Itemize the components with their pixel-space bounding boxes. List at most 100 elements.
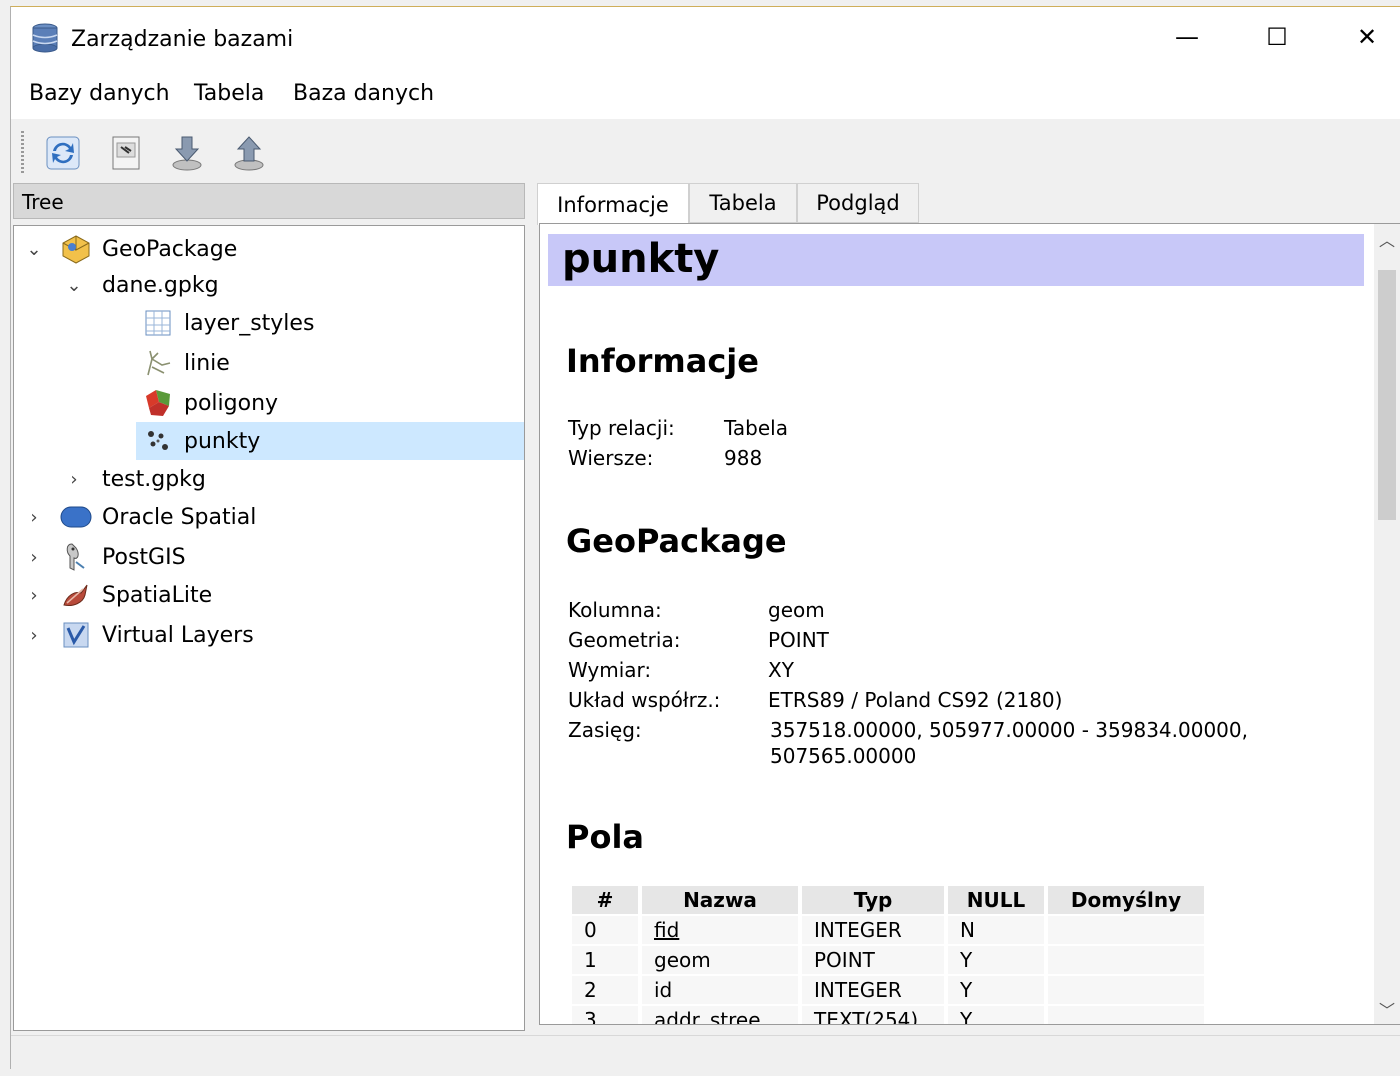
table-cell: N <box>948 916 1044 944</box>
tree-item-layer-styles[interactable]: layer_styles <box>14 304 524 342</box>
layer-title-band: punkty <box>548 234 1364 286</box>
column-header: Domyślny <box>1048 886 1204 914</box>
table-cell: POINT <box>802 946 944 974</box>
tree-header-label: Tree <box>22 190 64 214</box>
vertical-scrollbar[interactable]: ︿ ﹀ <box>1374 224 1400 1024</box>
geopackage-icon <box>60 233 92 265</box>
section-heading-informacje: Informacje <box>566 342 759 380</box>
geo-value-continued: 507565.00000 <box>770 744 917 768</box>
table-cell <box>1048 946 1204 974</box>
point-layer-icon <box>142 425 174 457</box>
geo-value: 357518.00000, 505977.00000 - 359834.0000… <box>770 718 1248 742</box>
section-heading-geopackage: GeoPackage <box>566 522 787 560</box>
tab-podglad[interactable]: Podgląd <box>797 183 919 223</box>
chevron-right-icon[interactable]: › <box>24 507 44 528</box>
chevron-right-icon[interactable]: › <box>24 585 44 606</box>
chevron-right-icon[interactable]: › <box>64 469 84 490</box>
window-title: Zarządzanie bazami <box>71 27 294 52</box>
tree-item-linie[interactable]: linie <box>14 344 524 382</box>
menu-bar: Bazy danych Tabela Baza danych <box>11 63 1400 119</box>
tab-informacje[interactable]: Informacje <box>537 183 689 225</box>
table-cell: 1 <box>572 946 638 974</box>
scroll-up-icon[interactable]: ︿ <box>1374 226 1400 252</box>
refresh-button[interactable] <box>39 129 87 177</box>
sql-window-button[interactable] <box>101 129 149 177</box>
polygon-layer-icon <box>142 387 174 419</box>
tab-bar: Informacje Tabela Podgląd <box>537 183 1400 225</box>
geo-key: Geometria: <box>568 628 681 652</box>
geo-value: POINT <box>768 628 829 652</box>
scroll-down-icon[interactable]: ﹀ <box>1374 996 1400 1022</box>
table-cell: Y <box>948 946 1044 974</box>
toolbar-grip[interactable] <box>21 131 24 175</box>
spatialite-icon <box>60 579 92 611</box>
geo-key: Układ współrz.: <box>568 688 721 712</box>
import-layer-icon <box>172 136 202 171</box>
minimize-button[interactable]: — <box>1164 17 1210 57</box>
scroll-thumb[interactable] <box>1378 270 1396 520</box>
db-manager-window: Zarządzanie bazami — ☐ ✕ Bazy danych Tab… <box>10 6 1400 1076</box>
table-cell <box>1048 916 1204 944</box>
tree-item-label: Virtual Layers <box>102 622 254 648</box>
chevron-right-icon[interactable]: › <box>24 625 44 646</box>
menu-bazy-danych[interactable]: Bazy danych <box>29 81 170 106</box>
chevron-down-icon[interactable]: ⌄ <box>64 275 84 296</box>
tree-item-punkty[interactable]: punkty <box>136 422 524 460</box>
table-cell: Y <box>948 976 1044 1004</box>
tree-item-dane-gpkg[interactable]: ⌄ dane.gpkg <box>14 266 524 304</box>
tree-item-postgis[interactable]: › PostGIS <box>14 538 524 576</box>
info-view[interactable]: punkty Informacje Typ relacji: Tabela Wi… <box>539 223 1400 1025</box>
info-key: Typ relacji: <box>568 416 675 440</box>
layer-title: punkty <box>562 236 720 282</box>
column-header: # <box>572 886 638 914</box>
tree-item-label: GeoPackage <box>102 236 238 262</box>
tree-item-test-gpkg[interactable]: › test.gpkg <box>14 460 524 498</box>
tree-item-label: SpatiaLite <box>102 582 213 608</box>
table-cell: Y <box>948 1006 1044 1024</box>
table-row: 1 geom POINT Y <box>572 946 1204 974</box>
tree-item-label: test.gpkg <box>102 466 206 492</box>
tree-item-geopackage[interactable]: ⌄ GeoPackage <box>14 230 524 268</box>
geo-value: XY <box>768 658 794 682</box>
menu-baza-danych[interactable]: Baza danych <box>293 81 434 106</box>
table-cell: 2 <box>572 976 638 1004</box>
tree-item-label: poligony <box>184 390 279 416</box>
tree-header: Tree <box>13 183 525 219</box>
tree-item-poligony[interactable]: poligony <box>14 384 524 422</box>
tab-tabela[interactable]: Tabela <box>689 183 797 223</box>
close-button[interactable]: ✕ <box>1344 17 1390 57</box>
table-header-row: # Nazwa Typ NULL Domyślny <box>572 886 1204 914</box>
tree-item-spatialite[interactable]: › SpatiaLite <box>14 576 524 614</box>
column-header: NULL <box>948 886 1044 914</box>
tree-item-label: PostGIS <box>102 544 186 570</box>
maximize-button[interactable]: ☐ <box>1254 17 1300 57</box>
tree-item-label: punkty <box>184 428 261 454</box>
chevron-right-icon[interactable]: › <box>24 547 44 568</box>
tree-item-virtual-layers[interactable]: › Virtual Layers <box>14 616 524 654</box>
table-cell: fid <box>642 916 798 944</box>
export-layer-button[interactable] <box>225 129 273 177</box>
chevron-down-icon[interactable]: ⌄ <box>24 239 44 260</box>
table-cell: INTEGER <box>802 916 944 944</box>
tree-view[interactable]: ⌄ GeoPackage ⌄ dane.gpkg layer_styles li… <box>13 225 525 1031</box>
geo-key: Kolumna: <box>568 598 662 622</box>
table-icon <box>142 307 174 339</box>
info-value: Tabela <box>724 416 788 440</box>
table-row: 3 addr_stree TEXT(254) Y <box>572 1006 1204 1024</box>
table-cell: addr_stree <box>642 1006 798 1024</box>
table-cell <box>1048 1006 1204 1024</box>
database-icon <box>32 23 58 53</box>
tree-item-oracle-spatial[interactable]: › Oracle Spatial <box>14 498 524 536</box>
menu-tabela[interactable]: Tabela <box>194 81 264 106</box>
line-layer-icon <box>142 347 174 379</box>
export-layer-icon <box>234 136 264 171</box>
column-header: Nazwa <box>642 886 798 914</box>
column-header: Typ <box>802 886 944 914</box>
postgis-icon <box>60 541 92 573</box>
section-heading-pola: Pola <box>566 818 644 856</box>
table-cell: 3 <box>572 1006 638 1024</box>
import-layer-button[interactable] <box>163 129 211 177</box>
table-cell <box>1048 976 1204 1004</box>
geo-key: Zasięg: <box>568 718 642 742</box>
table-row: 0 fid INTEGER N <box>572 916 1204 944</box>
